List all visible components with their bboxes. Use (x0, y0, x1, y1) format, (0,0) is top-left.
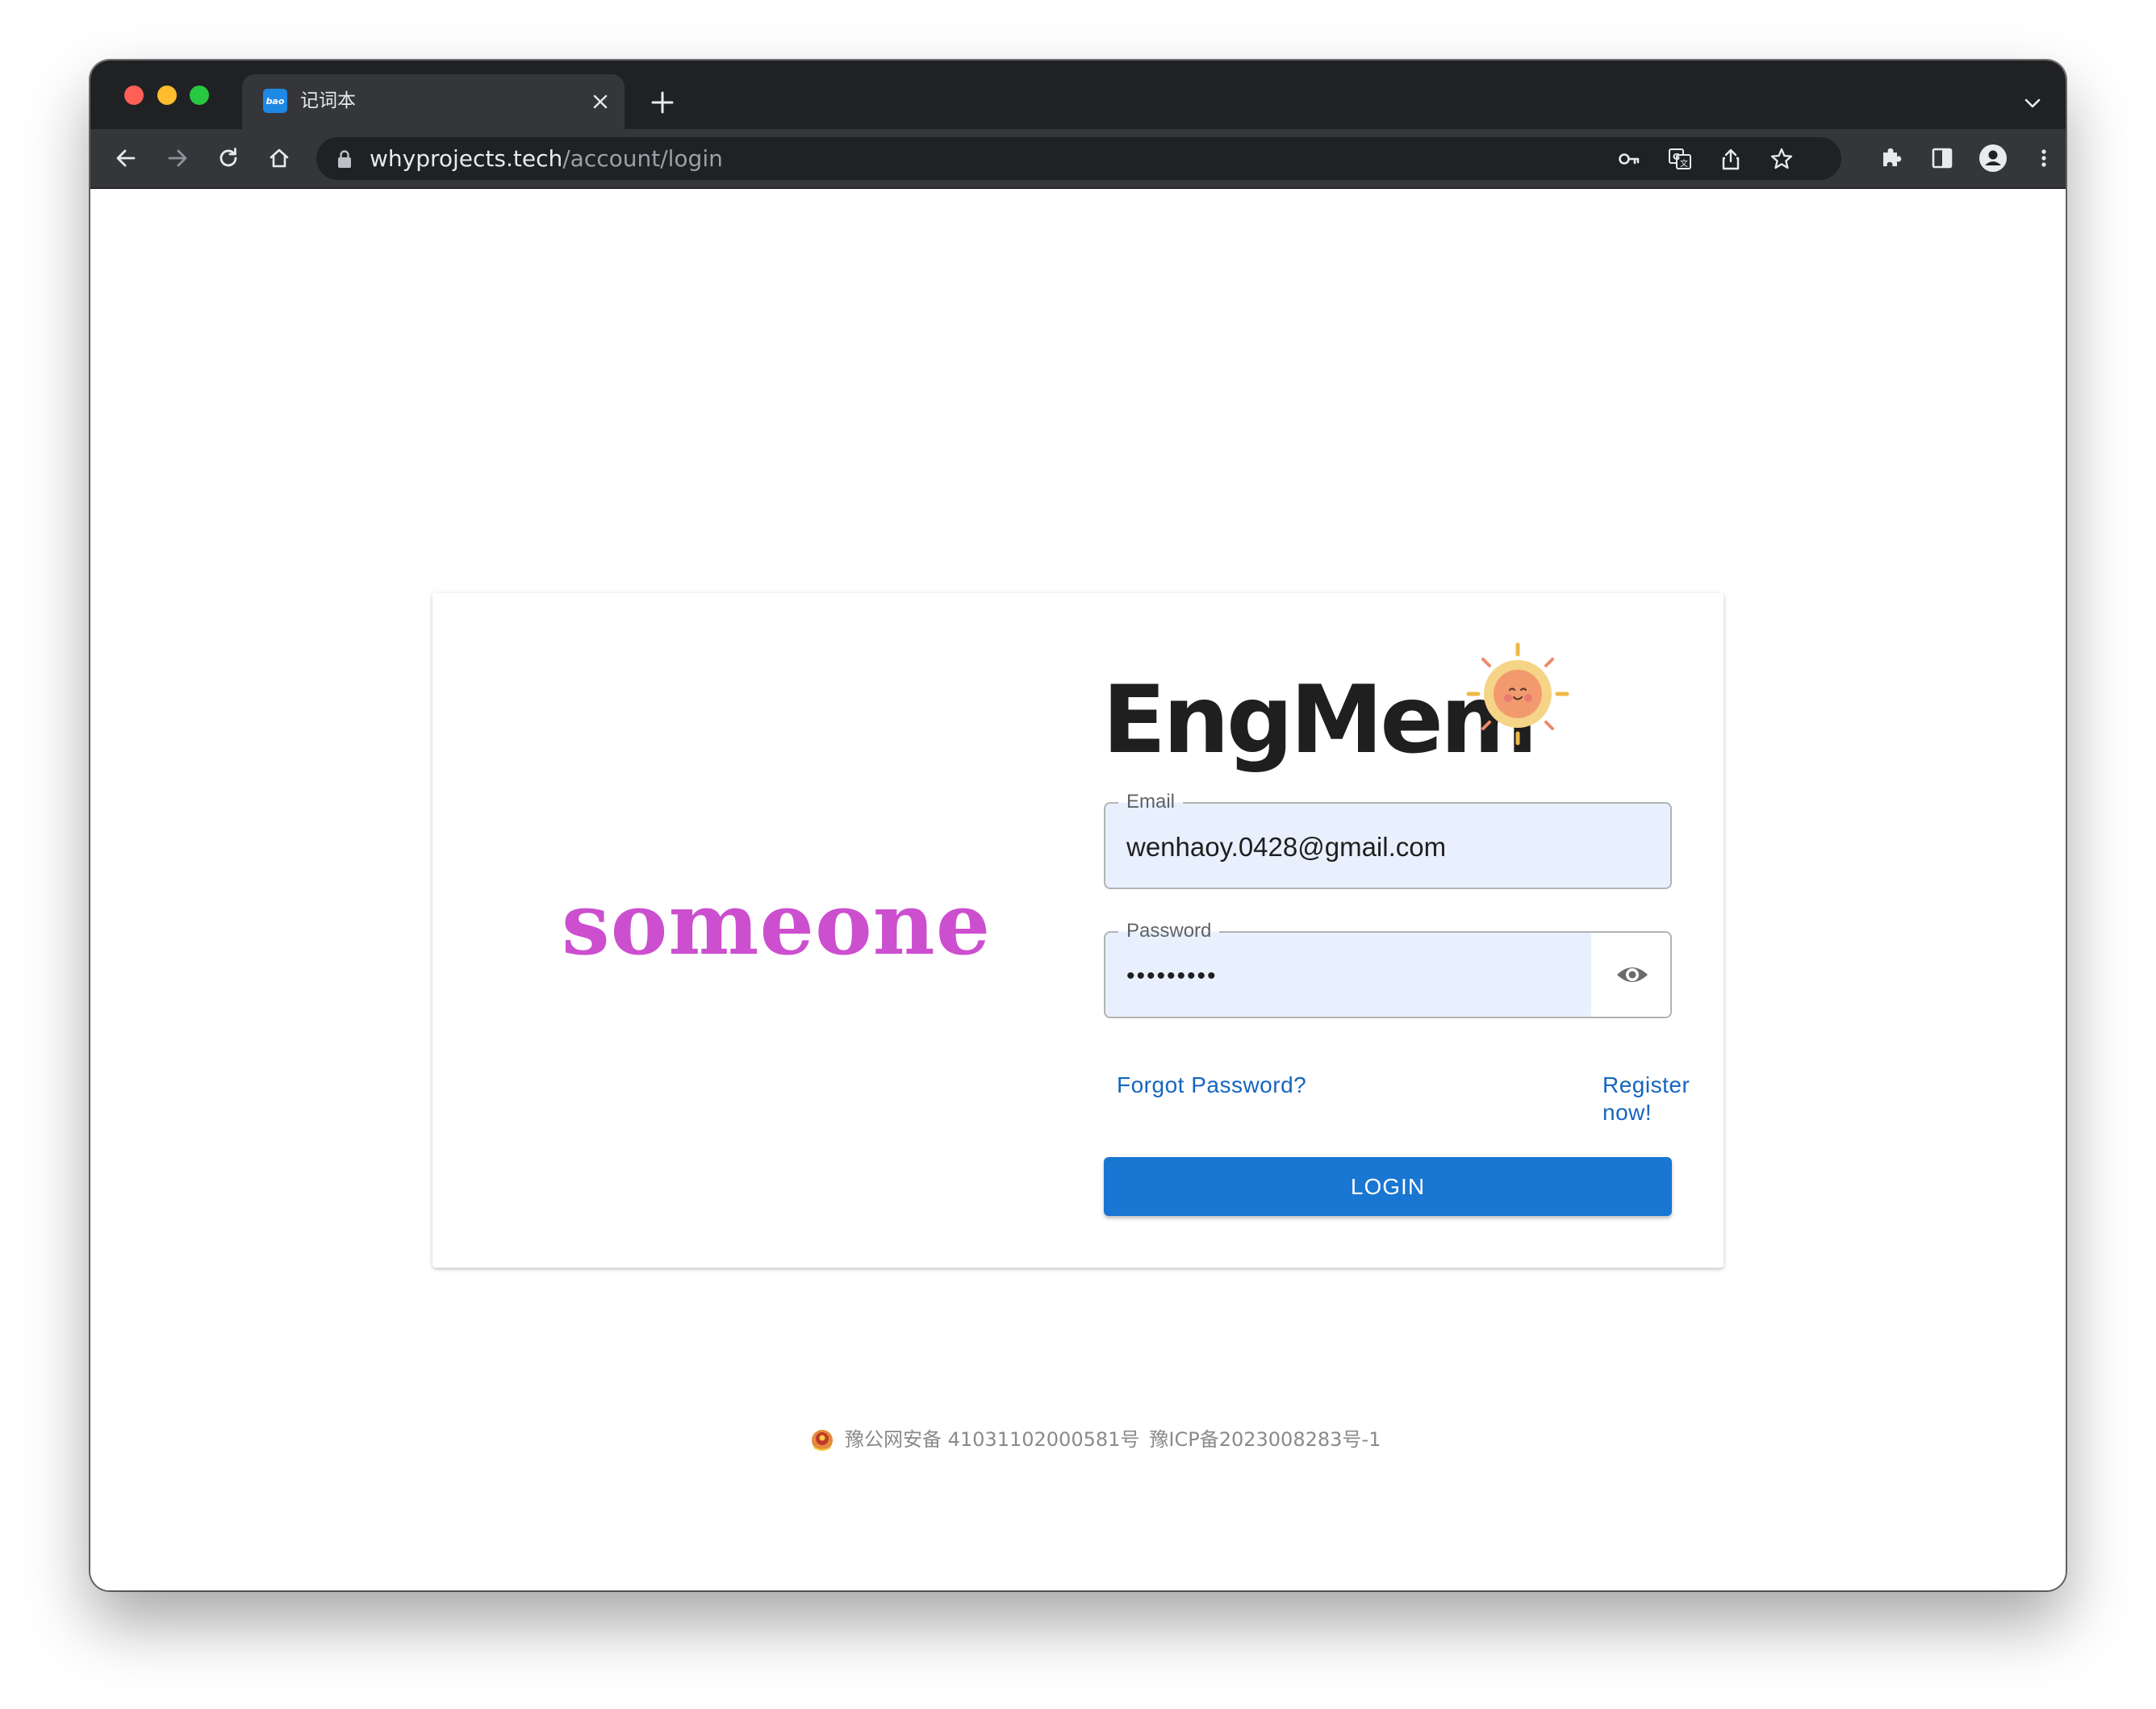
close-icon[interactable] (591, 92, 610, 111)
tab-title: 记词本 (300, 90, 356, 111)
email-input[interactable]: wenhaoy.0428@gmail.com (1126, 831, 1654, 863)
zoom-window-button[interactable] (190, 86, 209, 105)
login-card: someone EngMem Email wenhaoy.0428@gmail.… (432, 593, 1724, 1268)
tab-active[interactable]: bao 记词本 (242, 74, 625, 129)
password-input[interactable]: ••••••••• (1126, 960, 1581, 992)
profile-button[interactable] (1978, 143, 2008, 173)
tab-strip: bao 记词本 (90, 61, 2066, 129)
lock-icon[interactable] (336, 149, 353, 169)
reload-icon (219, 148, 237, 167)
svg-text:文: 文 (1680, 158, 1688, 169)
share-button[interactable] (1715, 144, 1746, 174)
chevron-down-icon[interactable] (2022, 93, 2043, 114)
side-panel-icon (1932, 148, 1953, 169)
brand-wordmark: someone (562, 873, 992, 974)
desktop: bao 记词本 whyprojects.tech/account/login G… (0, 0, 2156, 1709)
url-host: whyprojects.tech (370, 145, 563, 172)
footer: 豫公网安备 41031102000581号 豫ICP备2023008283号-1 (0, 1425, 2156, 1457)
email-label: Email (1118, 791, 1184, 813)
arrow-left-icon (116, 149, 136, 167)
police-record-link[interactable]: 豫公网安备 41031102000581号 (845, 1425, 1139, 1454)
toggle-password-visibility-button[interactable] (1591, 933, 1670, 1017)
favicon-icon: bao (263, 89, 287, 113)
home-icon (270, 148, 289, 168)
page-viewport: someone EngMem Email wenhaoy.0428@gmail.… (90, 189, 2066, 1590)
home-button[interactable] (264, 143, 295, 173)
menu-button[interactable] (2029, 143, 2059, 173)
minimize-window-button[interactable] (157, 86, 177, 105)
side-panel-button[interactable] (1927, 143, 1958, 173)
reload-button[interactable] (213, 143, 244, 173)
new-tab-icon[interactable] (649, 89, 676, 116)
close-window-button[interactable] (124, 86, 144, 105)
puzzle-icon (1883, 148, 1902, 166)
url-text[interactable]: whyprojects.tech/account/login (370, 146, 723, 172)
police-badge-icon (812, 1430, 833, 1451)
url-path: /account/login (562, 145, 723, 172)
back-button[interactable] (111, 143, 141, 173)
address-bar[interactable]: whyprojects.tech/account/login G 文 (316, 137, 1841, 180)
forgot-password-link[interactable]: Forgot Password? (1117, 1072, 1306, 1099)
sun-icon (1466, 642, 1569, 746)
share-icon (1722, 148, 1740, 170)
arrow-right-icon (168, 149, 187, 167)
register-link[interactable]: Register now! (1602, 1072, 1724, 1126)
browser-window: bao 记词本 whyprojects.tech/account/login G… (90, 61, 2066, 1590)
forward-button[interactable] (162, 143, 193, 173)
kebab-menu-icon (2041, 149, 2046, 167)
translate-icon: G 文 (1669, 148, 1691, 169)
email-field[interactable]: Email wenhaoy.0428@gmail.com (1104, 791, 1672, 889)
login-button[interactable]: LOGIN (1104, 1157, 1672, 1216)
password-field[interactable]: Password ••••••••• (1104, 920, 1672, 1018)
translate-button[interactable]: G 文 (1665, 144, 1695, 174)
avatar-icon (1979, 144, 2007, 172)
password-label: Password (1118, 920, 1220, 942)
footer-records: 豫公网安备 41031102000581号 豫ICP备2023008283号-1 (809, 1425, 1381, 1454)
extensions-button[interactable] (1876, 143, 1907, 173)
icp-record-link[interactable]: 豫ICP备2023008283号-1 (1149, 1425, 1381, 1454)
star-icon (1770, 148, 1793, 169)
eye-icon (1617, 967, 1648, 982)
key-icon (1619, 153, 1640, 165)
svg-text:G: G (1673, 152, 1680, 162)
bookmark-button[interactable] (1766, 144, 1797, 174)
password-key-button[interactable] (1614, 144, 1644, 174)
toolbar: whyprojects.tech/account/login G 文 (90, 129, 2066, 189)
